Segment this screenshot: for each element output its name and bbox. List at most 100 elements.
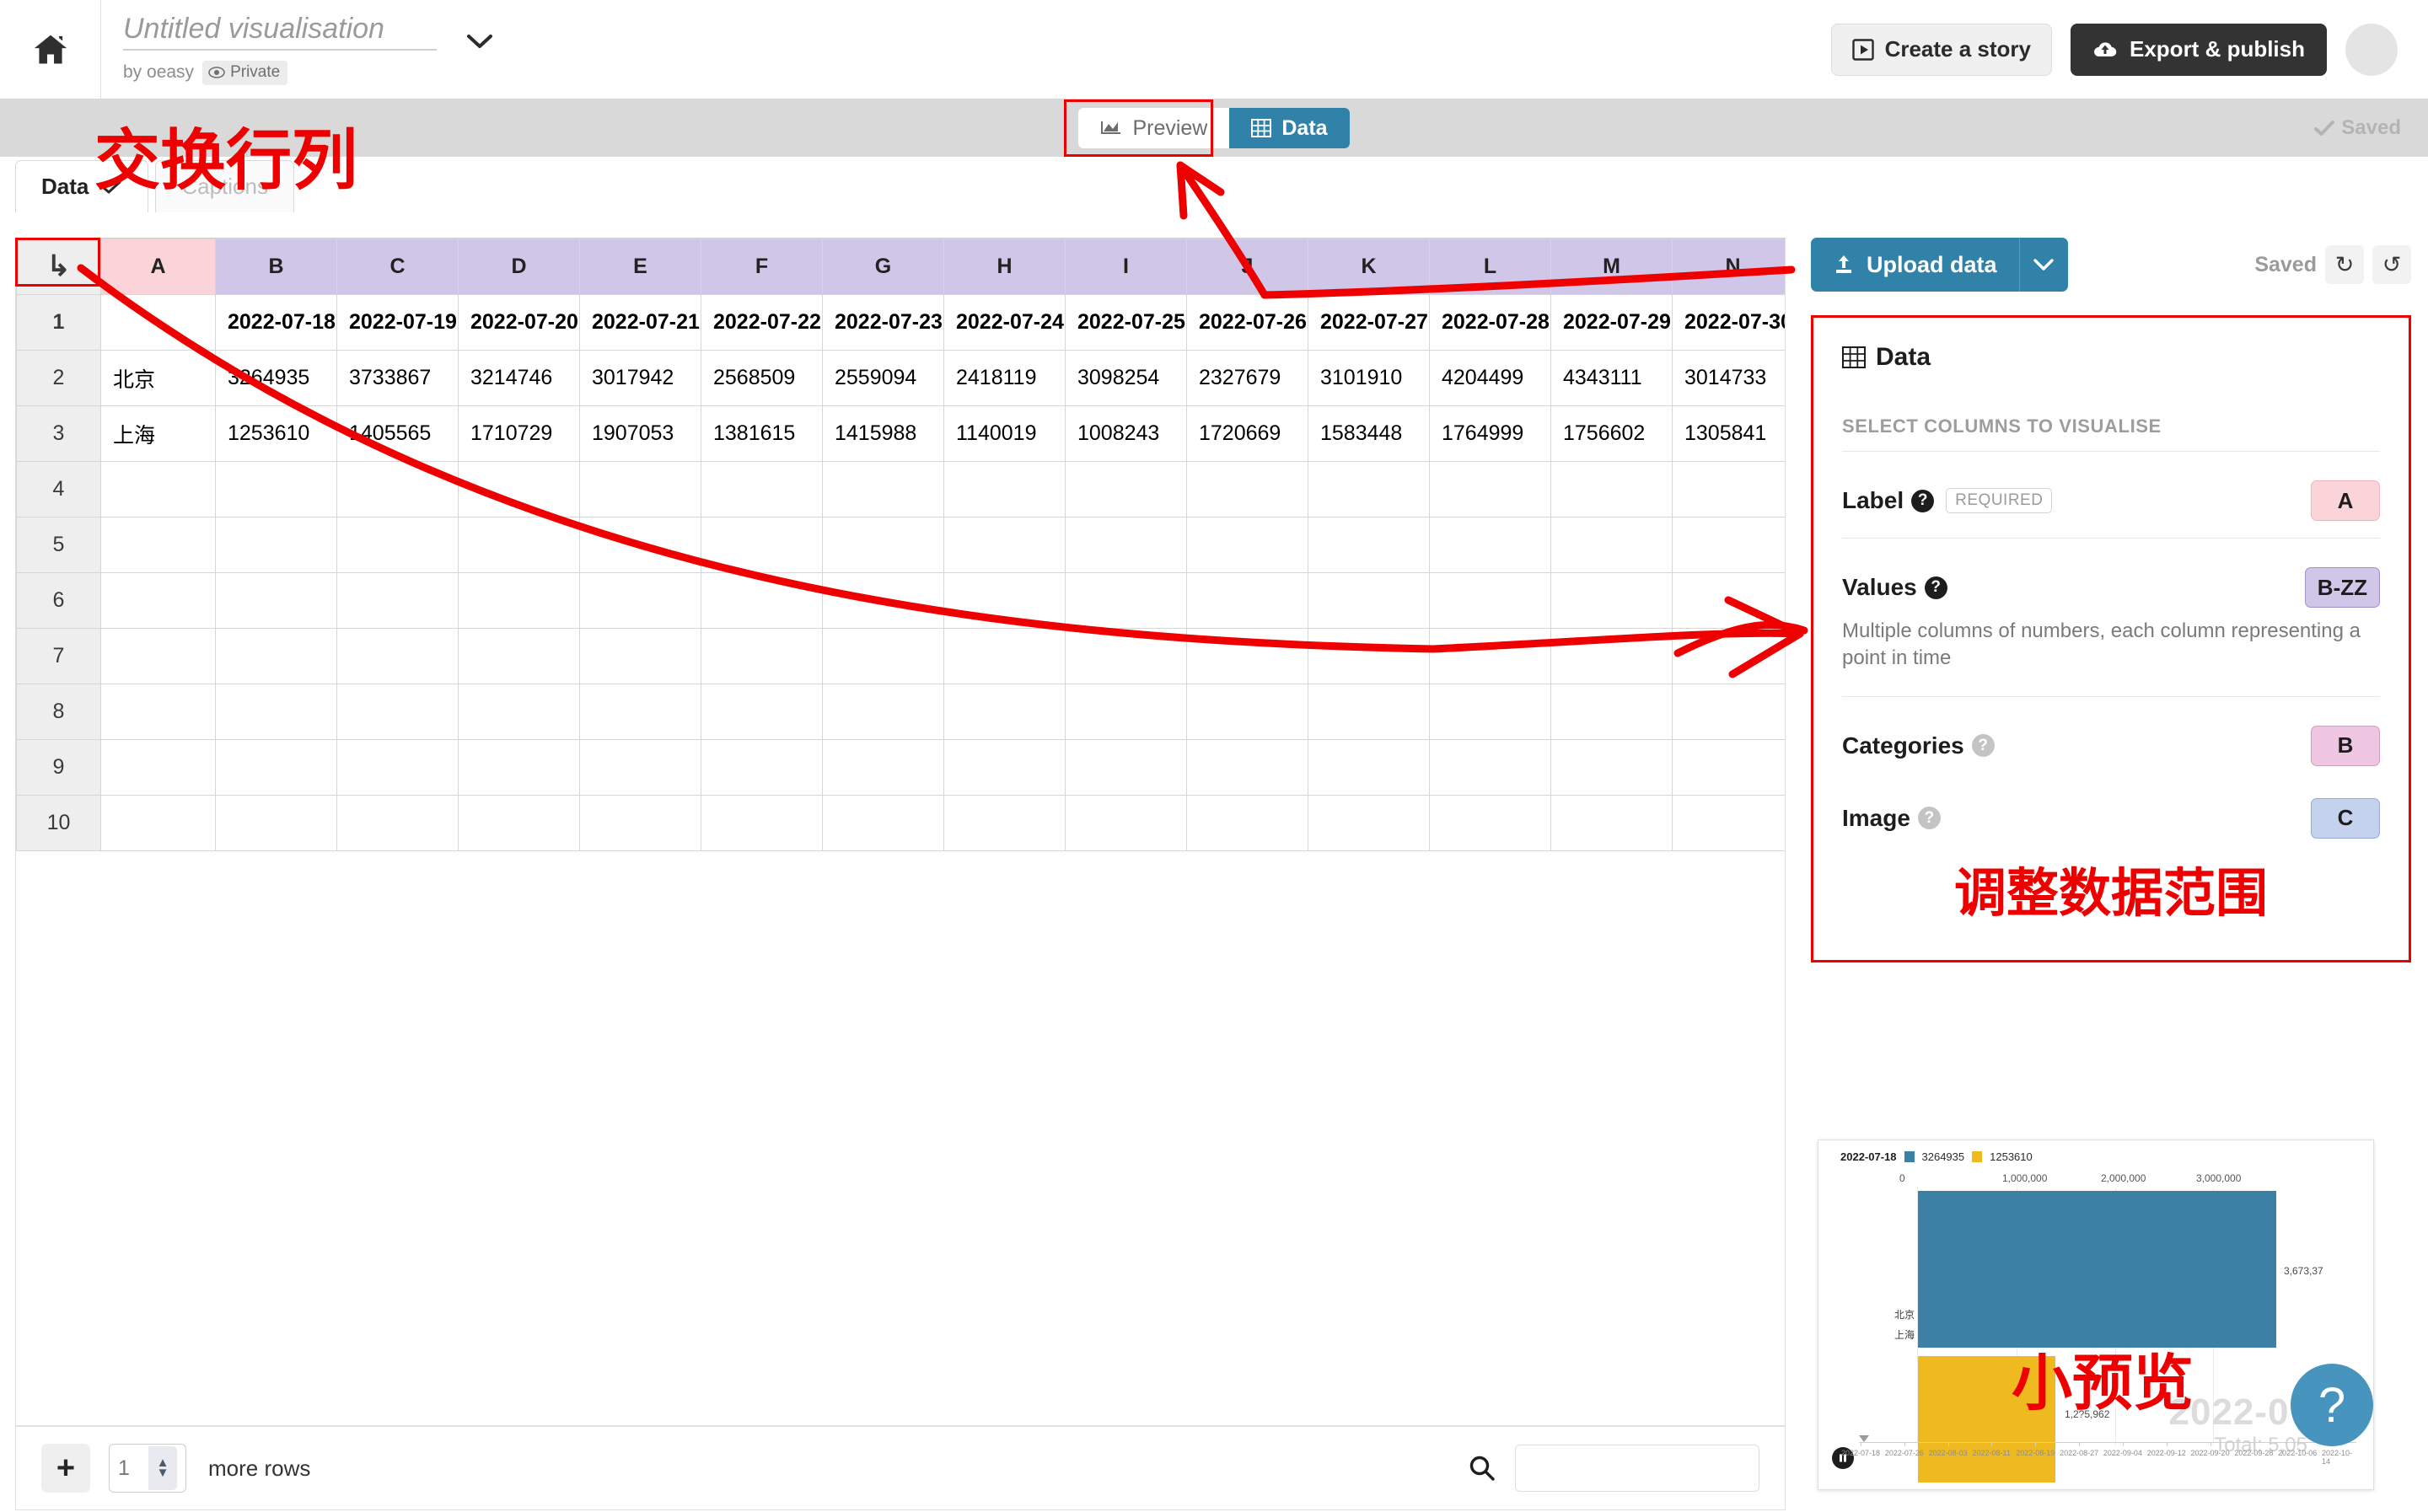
cell-value[interactable] [1672,517,1785,573]
cell-value[interactable] [579,572,701,629]
cell-value[interactable] [1308,517,1430,573]
cell-value[interactable] [336,572,459,629]
cell-value[interactable] [701,684,823,740]
cell-value[interactable]: 2022-07-25 [1065,294,1187,351]
cell-value[interactable]: 3098254 [1065,350,1187,406]
rows-count-stepper[interactable]: ▲ ▼ [109,1444,186,1493]
cell-value[interactable] [1186,628,1308,684]
cell-value[interactable] [1308,572,1430,629]
chart-timeline-slider[interactable]: 2022-07-18 2022-07-26 2022-08-03 2022-08-11… [1841,1435,2356,1466]
cell-value[interactable]: 3264935 [215,350,337,406]
cell-value[interactable] [822,628,944,684]
cell-value[interactable] [1429,795,1551,851]
cell-value[interactable] [1429,517,1551,573]
cell-value[interactable] [1308,628,1430,684]
help-button[interactable]: ? [2291,1364,2373,1446]
cell-value[interactable] [215,739,337,796]
cell-value[interactable]: 1405565 [336,405,459,462]
cell-a[interactable]: 北京 [100,350,216,406]
cell-value[interactable] [458,795,580,851]
row-number[interactable]: 9 [16,739,101,796]
cell-value[interactable]: 4204499 [1429,350,1551,406]
add-rows-button[interactable]: + [41,1444,90,1493]
cell-value[interactable]: 1381615 [701,405,823,462]
cell-value[interactable] [943,739,1066,796]
row-number[interactable]: 2 [16,350,101,406]
avatar[interactable] [2345,23,2398,76]
visualisation-title-input[interactable]: Untitled visualisation [123,13,437,51]
cell-value[interactable] [1672,739,1785,796]
row-number[interactable]: 6 [16,572,101,629]
cell-value[interactable] [701,795,823,851]
cell-value[interactable] [701,628,823,684]
cell-a[interactable] [100,795,216,851]
column-header-i[interactable]: I [1065,239,1187,295]
cell-value[interactable]: 2022-07-27 [1308,294,1430,351]
cell-value[interactable] [701,517,823,573]
cell-value[interactable] [943,461,1066,517]
swap-rows-columns-button[interactable]: ↳ [16,239,101,295]
column-header-f[interactable]: F [701,239,823,295]
cell-value[interactable] [943,684,1066,740]
cell-value[interactable]: 1720669 [1186,405,1308,462]
row-number[interactable]: 1 [16,294,101,351]
help-icon[interactable]: ? [1971,734,1995,758]
row-number[interactable]: 10 [16,795,101,851]
cell-value[interactable]: 1008243 [1065,405,1187,462]
cell-value[interactable] [822,517,944,573]
cell-value[interactable] [1429,461,1551,517]
cell-value[interactable] [822,739,944,796]
table-row[interactable]: 8 [16,684,1785,740]
cell-value[interactable] [336,461,459,517]
cell-value[interactable]: 3214746 [458,350,580,406]
cell-value[interactable] [579,517,701,573]
cell-value[interactable] [215,517,337,573]
privacy-badge[interactable]: Private [202,60,288,85]
cell-value[interactable] [1186,739,1308,796]
column-chip-categories[interactable]: B [2311,725,2380,766]
cell-value[interactable] [1186,461,1308,517]
cell-value[interactable] [1065,461,1187,517]
cell-value[interactable]: 2022-07-22 [701,294,823,351]
row-number[interactable]: 8 [16,684,101,740]
cell-value[interactable]: 1305841 [1672,405,1785,462]
cell-value[interactable] [1429,684,1551,740]
table-row[interactable]: 1 2022-07-18 2022-07-19 2022-07-20 2022-07-2… [16,294,1785,351]
cell-value[interactable]: 3101910 [1308,350,1430,406]
cell-value[interactable] [215,572,337,629]
column-header-g[interactable]: G [822,239,944,295]
cell-value[interactable]: 2022-07-23 [822,294,944,351]
cell-value[interactable]: 2022-07-20 [458,294,580,351]
rows-count-input[interactable] [110,1456,148,1481]
cell-value[interactable] [458,572,580,629]
help-icon[interactable]: ? [1924,576,1947,599]
table-row[interactable]: 9 [16,739,1785,796]
help-icon[interactable]: ? [1911,489,1935,512]
cell-value[interactable] [1186,795,1308,851]
help-icon[interactable]: ? [1917,807,1941,830]
cell-a[interactable] [100,294,216,351]
cell-value[interactable] [1308,795,1430,851]
cell-value[interactable] [1550,572,1673,629]
cell-value[interactable]: 2022-07-29 [1550,294,1673,351]
cell-value[interactable] [1186,572,1308,629]
cell-value[interactable]: 2022-07-24 [943,294,1066,351]
cell-value[interactable]: 2568509 [701,350,823,406]
cell-value[interactable] [579,795,701,851]
cell-value[interactable] [336,684,459,740]
cell-value[interactable]: 2327679 [1186,350,1308,406]
cell-value[interactable]: 2022-07-30 [1672,294,1785,351]
cell-value[interactable]: 4343111 [1550,350,1673,406]
cell-value[interactable] [458,461,580,517]
cell-value[interactable] [1065,628,1187,684]
cell-value[interactable] [822,461,944,517]
cell-value[interactable]: 2022-07-21 [579,294,701,351]
cell-value[interactable] [579,628,701,684]
cell-value[interactable] [336,739,459,796]
column-header-a[interactable]: A [100,239,216,295]
cell-value[interactable] [701,572,823,629]
cell-value[interactable]: 1907053 [579,405,701,462]
cell-value[interactable]: 1756602 [1550,405,1673,462]
cell-a[interactable] [100,628,216,684]
cell-value[interactable] [458,739,580,796]
